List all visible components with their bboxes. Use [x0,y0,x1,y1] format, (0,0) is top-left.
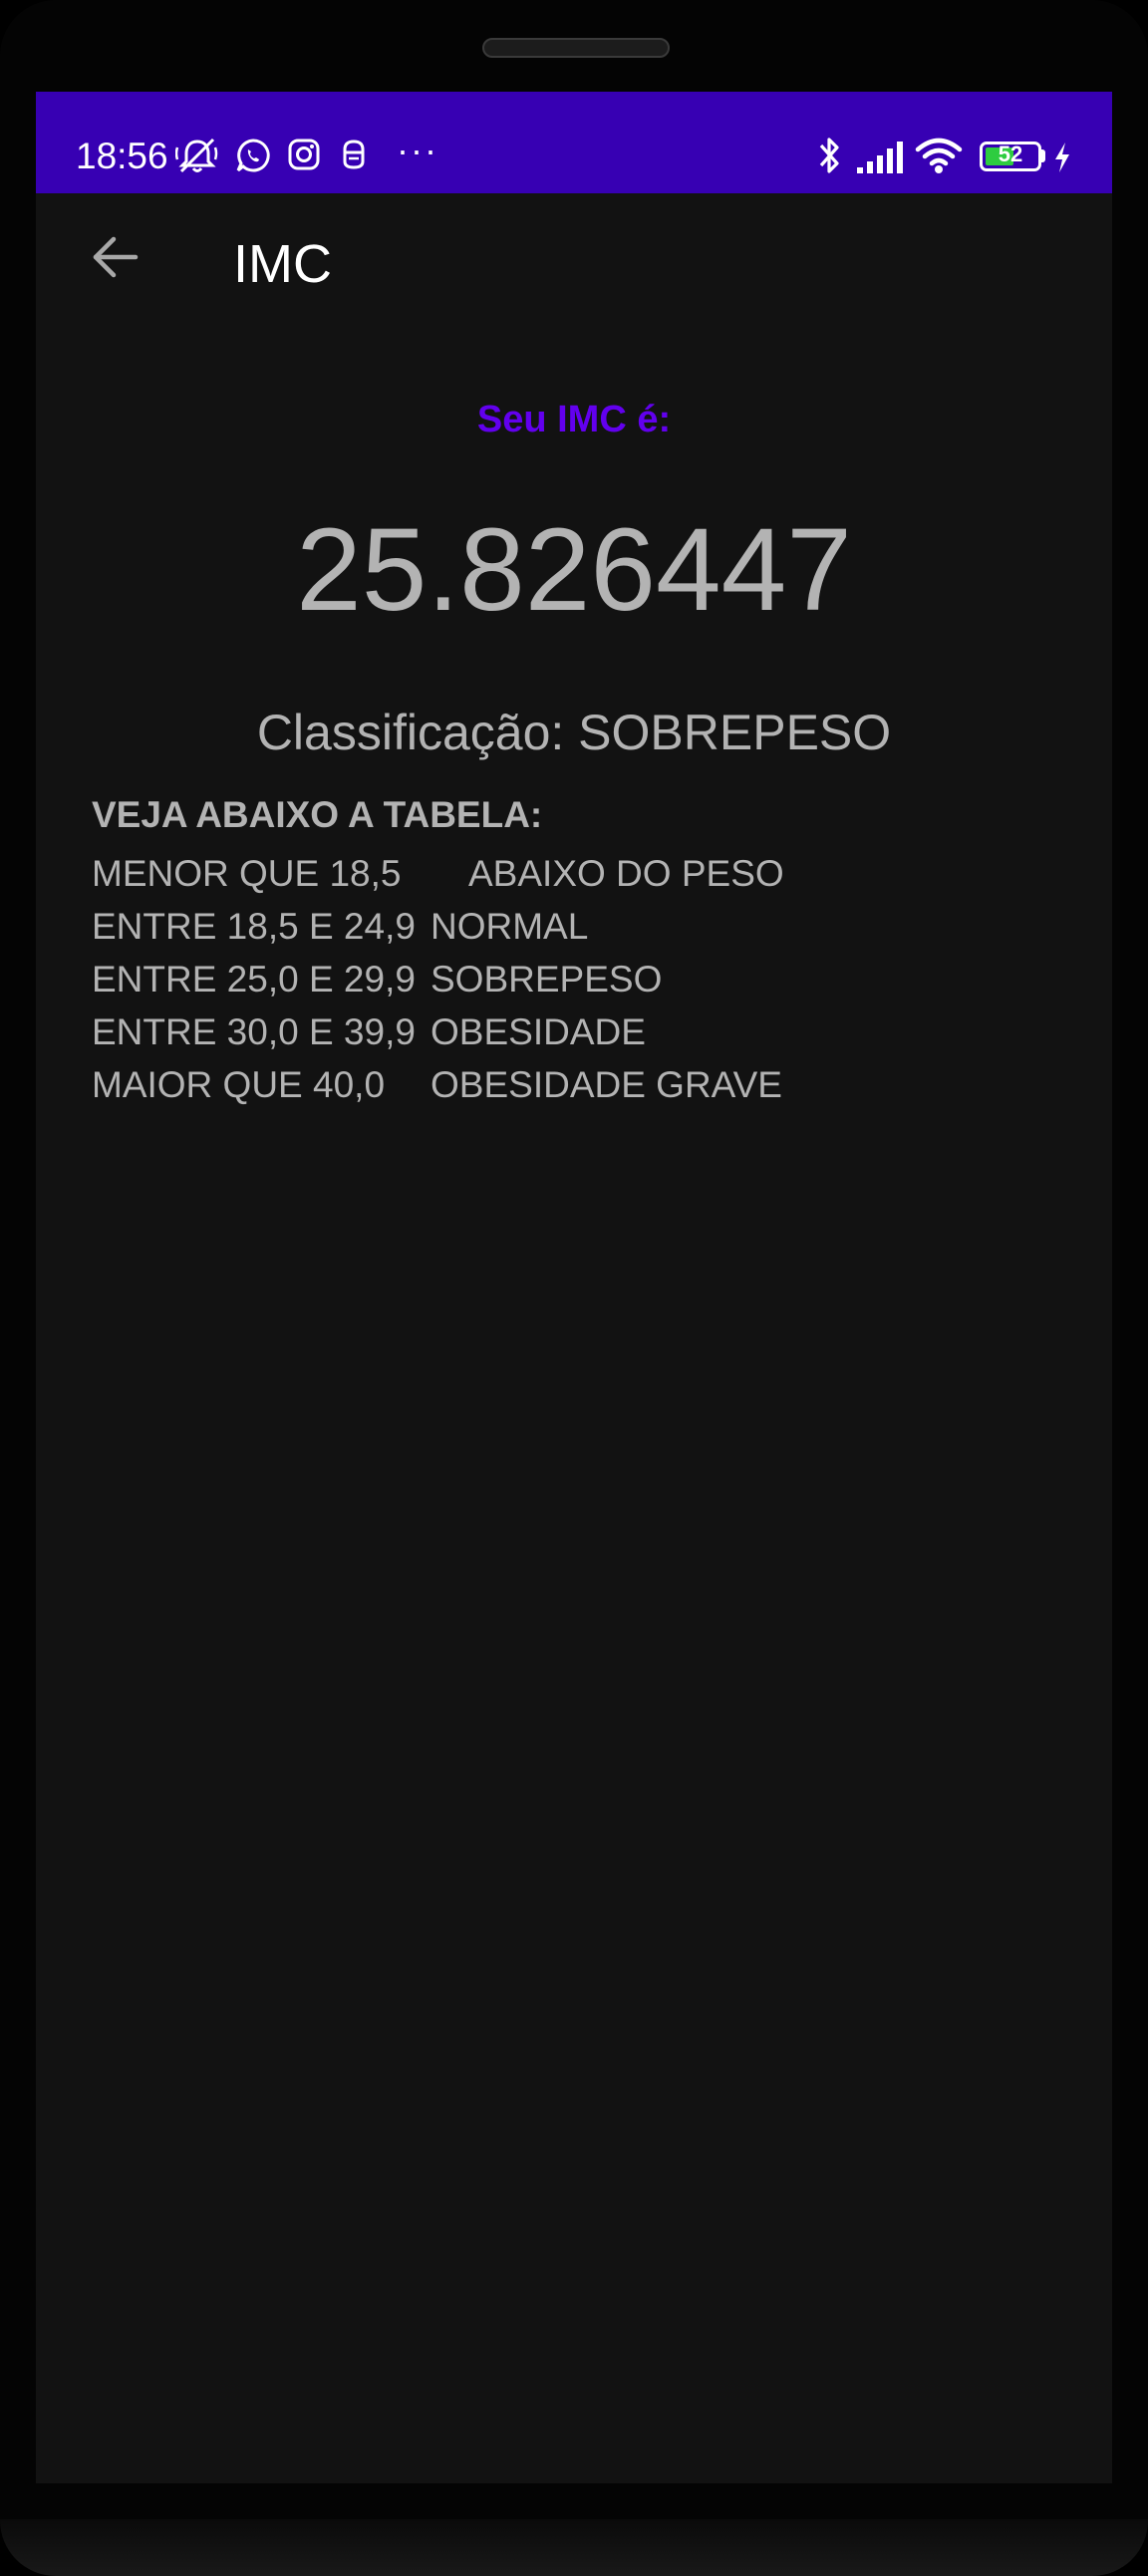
back-button[interactable] [76,217,155,297]
app-notification-icon [343,140,365,169]
range-cell: ENTRE 25,0 E 29,9 [92,959,416,1000]
classification-text: Classificação: SOBREPESO [256,705,892,760]
table-heading: VEJA ABAIXO A TABELA: [92,794,543,835]
range-cell: ENTRE 18,5 E 24,9 [92,906,416,947]
muted-bell-icon [175,138,218,173]
whatsapp-icon [236,139,270,172]
app-screen: 18:56 ··· 52 IMC Seu IMC é: 25.826447 Cl… [36,92,1112,2483]
status-bar: 18:56 ··· 52 [36,92,1112,193]
charging-icon [1055,143,1069,172]
imc-label: Seu IMC é: [476,399,672,440]
signal-icon [857,142,903,173]
arrow-back-icon [93,236,139,278]
category-cell: SOBREPESO [430,959,663,1000]
bluetooth-icon [819,138,839,173]
category-cell: ABAIXO DO PESO [468,853,784,894]
range-cell: ENTRE 30,0 E 39,9 [92,1011,416,1052]
battery-icon: 52 [980,142,1041,171]
phone-frame: 18:56 ··· 52 IMC Seu IMC é: 25.826447 Cl… [0,0,1148,2576]
status-time: 18:56 [76,136,168,176]
range-cell: MAIOR QUE 40,0 [92,1064,386,1105]
category-cell: NORMAL [430,906,589,947]
category-cell: OBESIDADE GRAVE [430,1064,782,1105]
wifi-icon [915,138,963,173]
page-title: IMC [233,234,332,294]
imc-value: 25.826447 [296,504,852,636]
battery-tip [1040,149,1045,162]
range-cell: MENOR QUE 18,5 [92,853,402,894]
instagram-icon [288,139,320,170]
phone-chin [0,2519,1148,2576]
category-cell: OBESIDADE [430,1011,646,1052]
more-notifications-indicator: ··· [397,130,438,170]
earpiece-speaker [482,38,670,58]
battery-level: 52 [998,142,1023,166]
